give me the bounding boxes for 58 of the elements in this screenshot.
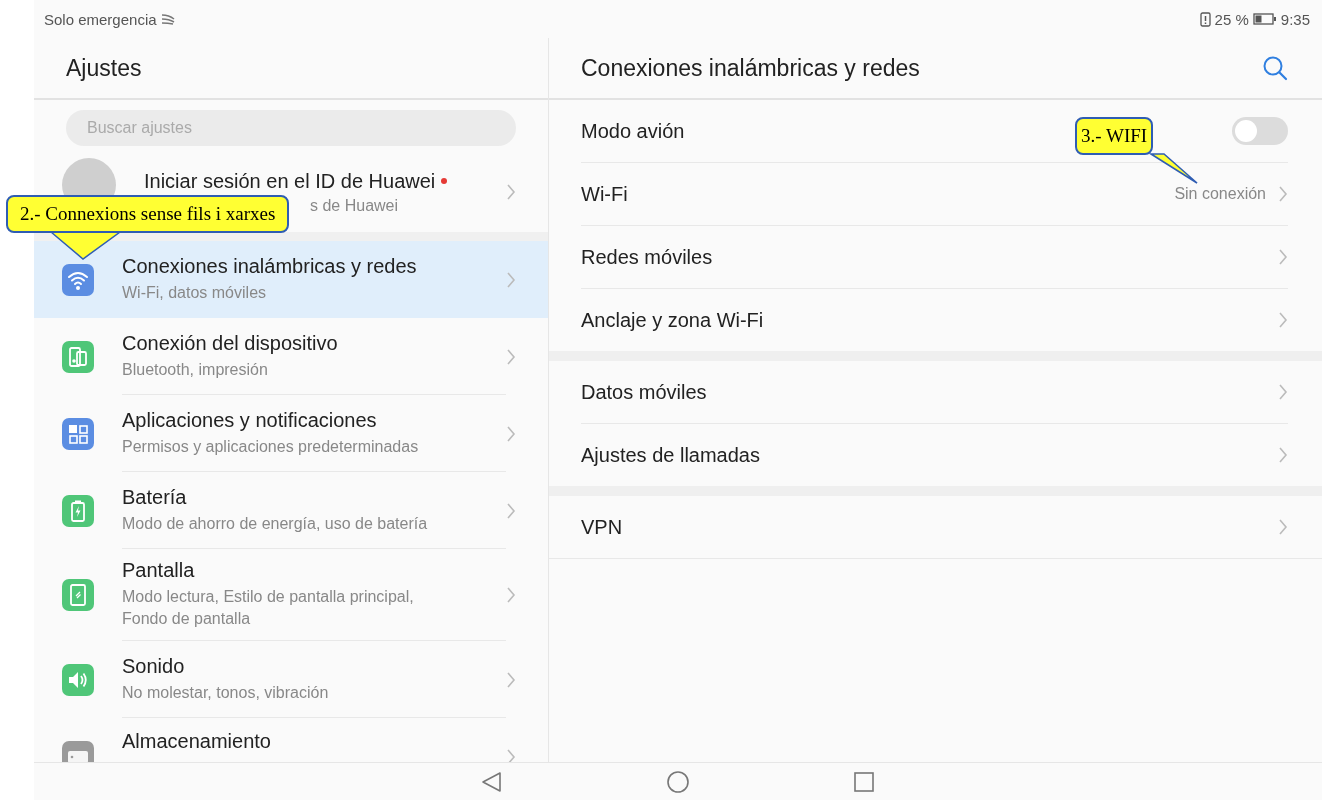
toggle-switch[interactable]: [1232, 117, 1288, 145]
setting-label[interactable]: Ajustes de llamadas: [581, 443, 760, 467]
account-title[interactable]: Iniciar sesión en el ID de Huawei: [144, 169, 436, 193]
item-title: Almacenamiento: [122, 730, 272, 753]
battery-percent: 25 %: [1214, 10, 1249, 28]
setting-value: Sin conexión: [1174, 185, 1266, 203]
pane-title: Ajustes: [66, 54, 142, 82]
setting-label[interactable]: Wi-Fi: [581, 182, 628, 206]
item-title: Batería: [122, 485, 188, 509]
settings-menu-item[interactable]: Sonido No molestar, tonos, vibración: [34, 641, 548, 718]
settings-menu-item[interactable]: Batería Modo de ahorro de energía, uso de batería: [34, 472, 548, 549]
setting-label[interactable]: Datos móviles: [581, 380, 707, 404]
item-title: Conexión del dispositivo: [122, 331, 339, 355]
item-subtitle: Modo de ahorro de energía, uso de batería: [122, 513, 429, 534]
chevron-icon: [1278, 185, 1288, 203]
chevron-icon: [506, 501, 516, 520]
setting-label[interactable]: Modo avión: [581, 119, 685, 143]
setting-label[interactable]: VPN: [581, 515, 623, 539]
item-subtitle: No molestar, tonos, vibración: [122, 682, 330, 703]
callout-pointer: [1150, 153, 1200, 185]
account-subtitle: s de Huawei: [310, 196, 399, 215]
home-icon[interactable]: [665, 768, 691, 795]
settings-menu-item[interactable]: Conexiones inalámbricas y redes Wi-Fi, datos móviles: [34, 241, 548, 318]
settings-menu-item[interactable]: Conexión del dispositivo Bluetooth, impresión: [34, 318, 548, 395]
chevron-icon: [1278, 383, 1288, 401]
chevron-icon: [506, 586, 516, 604]
search-icon[interactable]: [1262, 55, 1288, 81]
battery-icon: [1252, 13, 1277, 25]
callout-label: 3.- WIFI: [1075, 117, 1154, 155]
chevron-icon: [506, 747, 516, 762]
item-subtitle: Wi-Fi, datos móviles: [122, 282, 268, 303]
chevron-icon: [506, 270, 516, 289]
settings-menu-item[interactable]: Pantalla Modo lectura, Estilo de pantalla principal, Fondo de pantalla: [34, 549, 548, 641]
clock-time: 9:35: [1280, 10, 1310, 28]
sim-alert-icon: [1199, 11, 1211, 27]
settings-menu-item[interactable]: Almacenamiento: [34, 718, 548, 762]
item-title: Aplicaciones y notificaciones: [122, 408, 378, 432]
setting-label[interactable]: Anclaje y zona Wi-Fi: [581, 308, 764, 332]
chevron-icon: [1278, 446, 1288, 464]
carrier-text: Solo emergencia: [44, 10, 157, 28]
chevron-icon: [1278, 311, 1288, 329]
item-title: Conexiones inalámbricas y redes: [122, 254, 418, 278]
item-subtitle: Modo lectura, Estilo de pantalla principal, Fondo de pantalla: [122, 587, 415, 629]
chevron-icon: [506, 670, 516, 689]
search-field[interactable]: Buscar ajustes: [66, 110, 516, 146]
chevron-icon: [506, 183, 516, 201]
chevron-icon: [506, 347, 516, 366]
pane-title: Conexiones inalámbricas y redes: [581, 54, 920, 82]
chevron-icon: [506, 424, 516, 443]
settings-menu-item[interactable]: Aplicaciones y notificaciones Permisos y aplicaciones predeterminadas: [34, 395, 548, 472]
chevron-icon: [1278, 518, 1288, 536]
item-title: Sonido: [122, 654, 186, 678]
chevron-icon: [1278, 248, 1288, 266]
item-subtitle: Permisos y aplicaciones predeterminadas: [122, 436, 420, 457]
setting-label[interactable]: Redes móviles: [581, 245, 713, 269]
item-title: Pantalla: [122, 559, 196, 582]
signal-icon: [160, 13, 175, 25]
item-subtitle: Bluetooth, impresión: [122, 359, 269, 380]
